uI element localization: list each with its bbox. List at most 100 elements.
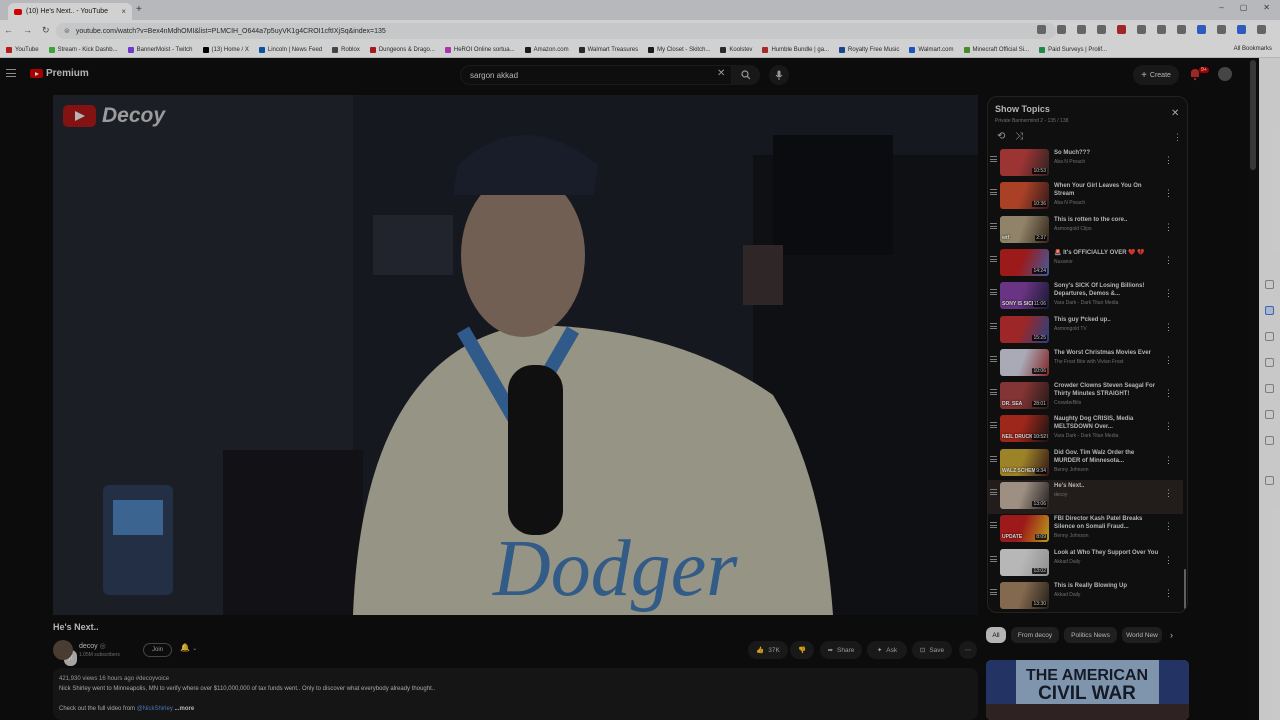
playlist-item[interactable]: 14:24 🚨 It's OFFICIALLY OVER ❤️ 💔 Nuxanor ⋮ (988, 247, 1183, 281)
drag-handle-icon[interactable] (990, 322, 997, 329)
video-thumbnail[interactable]: 10:53 (1000, 149, 1049, 176)
playlist-item[interactable]: 10:06 The Worst Christmas Movies Ever The … (988, 347, 1183, 381)
share-button[interactable]: ➦ Share (820, 641, 862, 659)
bookmark-item[interactable]: Stream - Kick Dashb... (48, 46, 118, 53)
playlist-item-title[interactable]: This guy f*cked up.. (1054, 316, 1159, 324)
tab-close-icon[interactable]: × (121, 7, 126, 16)
forward-icon[interactable]: → (23, 25, 32, 36)
bookmark-item[interactable]: Humble Bundle | ga... (762, 46, 829, 53)
sidebar-tool-icon[interactable] (1265, 280, 1274, 289)
bookmark-item[interactable]: Walmart Treasures (578, 46, 638, 53)
bookmark-item[interactable]: HeROI Online sortua... (444, 46, 515, 53)
video-thumbnail[interactable]: 15:25 (1000, 315, 1049, 343)
video-thumbnail[interactable]: NEIL DRUCKMANN 10:52 (1000, 415, 1049, 443)
youtube-logo[interactable]: Premium (30, 68, 89, 79)
extension-icon[interactable] (1157, 25, 1166, 34)
playlist-item-title[interactable]: Crowder Clowns Steven Seagal For Thirty … (1054, 382, 1159, 398)
playlist-item[interactable]: 13:02 Look at Who They Support Over You Ak… (988, 547, 1183, 581)
more-vert-icon[interactable]: ⋮ (1164, 488, 1173, 499)
playlist-item[interactable]: WALZ SCHEME?! 9:34 Did Gov. Tim Walz Order… (988, 447, 1183, 481)
new-tab-icon[interactable]: + (136, 4, 142, 15)
bookmark-item[interactable]: (13) Home / X (202, 46, 249, 53)
drag-handle-icon[interactable] (990, 255, 997, 262)
reload-icon[interactable]: ↻ (42, 25, 50, 36)
video-thumbnail[interactable]: 10:06 (1000, 348, 1049, 376)
more-vert-icon[interactable]: ⋮ (1164, 588, 1173, 599)
save-button[interactable]: ⊡ Save (912, 641, 952, 659)
more-vert-icon[interactable]: ⋮ (1164, 421, 1173, 432)
show-more-button[interactable]: ...more (175, 706, 195, 712)
drag-handle-icon[interactable] (990, 455, 997, 462)
bookmark-item[interactable]: BannerMoist - Twitch (127, 46, 193, 53)
like-button[interactable]: 👍 37K (748, 641, 788, 659)
playlist-item[interactable]: 10:36 When Your Girl Leaves You On Stream… (988, 180, 1183, 214)
playlist-title[interactable]: Show Topics (995, 104, 1050, 114)
maximize-icon[interactable]: ▢ (1240, 3, 1248, 12)
video-thumbnail[interactable]: DR. SEA 28:01 (1000, 382, 1049, 410)
page-scrollbar[interactable] (1248, 58, 1259, 720)
drag-handle-icon[interactable] (990, 355, 997, 362)
playlist-item[interactable]: UPDATE 8:09 FBI Director Kash Patel Breaks… (988, 513, 1183, 547)
sidebar-tool-icon[interactable] (1265, 306, 1274, 315)
subscribe-notify-button[interactable]: 🔔 ⌄ (180, 643, 210, 657)
dislike-button[interactable]: 👎 (790, 641, 814, 659)
drag-handle-icon[interactable] (990, 389, 997, 396)
ask-button[interactable]: ✦ Ask (867, 641, 907, 659)
bookmark-item[interactable]: Amazon.com (524, 46, 569, 53)
drag-handle-icon[interactable] (990, 156, 997, 162)
all-bookmarks[interactable]: All Bookmarks (1234, 46, 1272, 52)
video-thumbnail[interactable]: WALZ SCHEME?! 9:34 (1000, 448, 1049, 476)
video-thumbnail[interactable]: SONY IS SICK 11:06 (1000, 282, 1049, 310)
sidebar-tool-icon[interactable] (1265, 384, 1274, 393)
account-avatar[interactable] (1218, 67, 1232, 81)
drag-handle-icon[interactable] (990, 522, 997, 529)
playlist-item-title[interactable]: Naughty Dog CRISIS, Media MELTSDOWN Over… (1054, 415, 1159, 431)
more-vert-icon[interactable]: ⋮ (1164, 255, 1173, 266)
more-vert-icon[interactable]: ⋮ (1164, 388, 1173, 399)
bookmark-item[interactable]: Lincoln | News Feed (258, 46, 322, 53)
drag-handle-icon[interactable] (990, 289, 997, 296)
channel-mention-link[interactable]: @NickShirley (137, 706, 173, 712)
chip-all[interactable]: All (986, 627, 1006, 643)
extension-icon[interactable] (1237, 25, 1246, 34)
bookmark-item[interactable]: YouTube (6, 46, 39, 53)
extension-icon[interactable] (1077, 25, 1086, 34)
sidebar-tool-icon[interactable] (1265, 358, 1274, 367)
playlist-item[interactable]: 10:53 So Much??? Aba N Preach ⋮ (988, 147, 1183, 181)
bookmark-item[interactable]: Roblox (332, 46, 360, 53)
bookmark-item[interactable]: Dungeons & Drago... (369, 46, 435, 53)
search-input[interactable]: sargon akkad (460, 65, 732, 85)
extension-icon[interactable] (1097, 25, 1106, 34)
more-vert-icon[interactable]: ⋮ (1173, 132, 1182, 143)
more-vert-icon[interactable]: ⋮ (1164, 155, 1173, 166)
channel-name[interactable]: decoy ◎ (79, 642, 106, 650)
sidebar-tool-icon[interactable] (1265, 436, 1274, 445)
voice-search-button[interactable] (769, 65, 789, 85)
playlist-item-title[interactable]: 🚨 It's OFFICIALLY OVER ❤️ 💔 (1054, 249, 1159, 257)
extension-icon[interactable] (1197, 25, 1206, 34)
create-button[interactable]: + Create (1133, 65, 1179, 85)
close-icon[interactable]: ✕ (1171, 108, 1179, 119)
playlist-item-title[interactable]: The Worst Christmas Movies Ever (1054, 349, 1159, 357)
drag-handle-icon[interactable] (990, 489, 997, 495)
playlist-item[interactable]: 15:25 This guy f*cked up.. Asmongold TV ⋮ (988, 314, 1183, 348)
sidebar-tool-icon[interactable] (1265, 476, 1274, 485)
chip-from-channel[interactable]: From decoy (1011, 627, 1059, 643)
loop-icon[interactable]: ⟲ (997, 131, 1005, 142)
window-close-icon[interactable]: ✕ (1263, 3, 1270, 12)
bookmark-item[interactable]: My Closet - Skitch... (648, 46, 710, 53)
shuffle-icon[interactable]: ⤨ (1015, 131, 1023, 142)
bookmark-item[interactable]: Walmart.com (909, 46, 954, 53)
description-box[interactable]: 421,930 views 16 hours ago #decoyvoice N… (53, 668, 978, 720)
more-vert-icon[interactable]: ⋮ (1164, 322, 1173, 333)
playlist-item-title[interactable]: This is Really Blowing Up (1054, 582, 1159, 590)
drag-handle-icon[interactable] (990, 588, 997, 595)
extension-icon[interactable] (1257, 25, 1266, 34)
video-thumbnail[interactable]: 14:24 (1000, 248, 1049, 276)
sidebar-tool-icon[interactable] (1265, 410, 1274, 419)
drag-handle-icon[interactable] (990, 555, 997, 562)
chevron-right-icon[interactable]: › (1170, 630, 1173, 640)
video-thumbnail[interactable]: 13:30 (1000, 581, 1049, 609)
url-text[interactable]: youtube.com/watch?v=Bex4nMdhOMI&list=PLM… (76, 28, 386, 35)
playlist-item[interactable]: 13:06 He's Next.. decoy ⋮ (988, 480, 1183, 514)
